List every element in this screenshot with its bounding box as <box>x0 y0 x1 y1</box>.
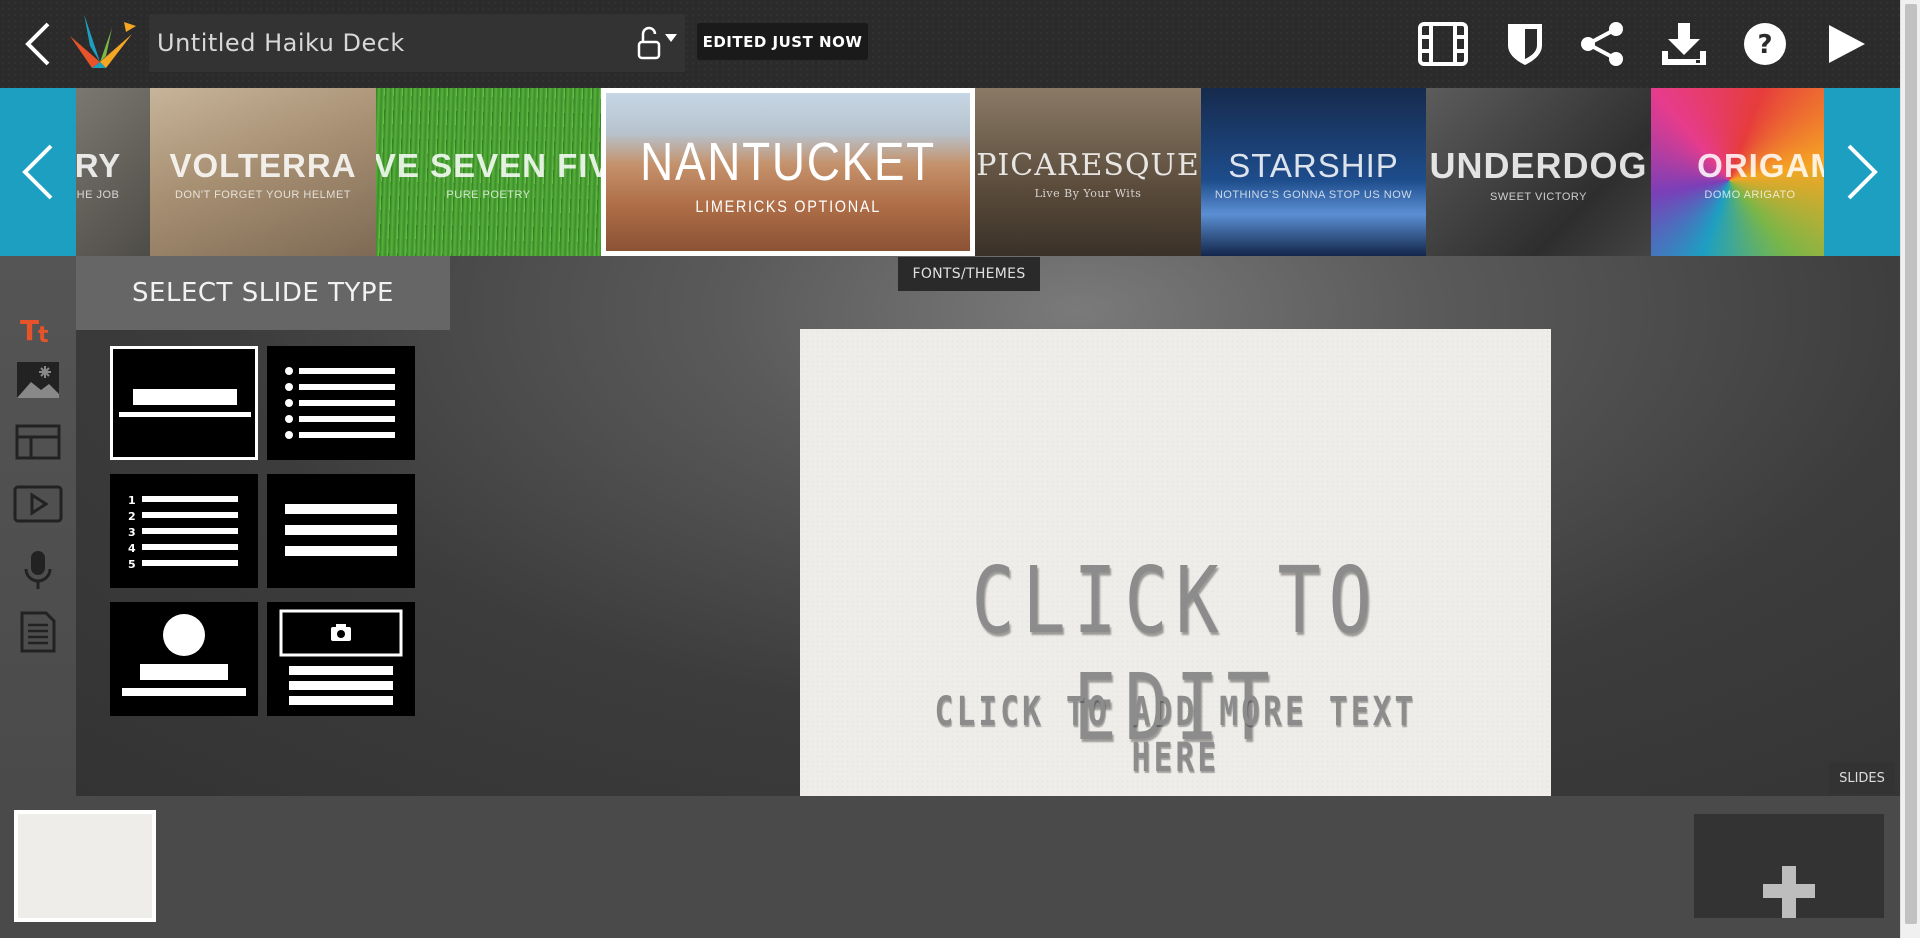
vertical-scrollbar[interactable] <box>1900 0 1920 938</box>
deck-title-field[interactable]: Untitled Haiku Deck <box>148 13 686 73</box>
notes-icon <box>20 611 56 653</box>
slide-type-panel-title: SELECT SLIDE TYPE <box>76 256 450 330</box>
slide-thumbnail[interactable] <box>14 810 156 922</box>
layout-icon <box>15 424 61 460</box>
svg-text:?: ? <box>1757 30 1772 60</box>
theme-name: VOLTERRA <box>169 147 357 184</box>
theme-subtitle: Live By Your Wits <box>1034 187 1142 200</box>
share-button[interactable] <box>1574 16 1630 72</box>
numbered-list-icon: 1 2 3 4 5 <box>128 494 238 571</box>
film-view-button[interactable] <box>1415 16 1471 72</box>
add-slide-button[interactable] <box>1694 814 1884 918</box>
svg-text:T: T <box>20 314 39 346</box>
chevron-left-icon <box>25 22 50 66</box>
theme-name: UNDERDOG <box>1429 145 1648 186</box>
theme-tile[interactable]: RY HE JOB <box>76 88 150 256</box>
privacy-button[interactable] <box>1497 16 1553 72</box>
notes-tool-button[interactable] <box>12 608 64 656</box>
deck-title[interactable]: Untitled Haiku Deck <box>157 29 405 57</box>
scrollbar-thumb[interactable] <box>1905 4 1917 924</box>
theme-name: PICARESQUE <box>976 148 1200 183</box>
theme-name: NANTUCKET <box>640 132 936 192</box>
film-icon <box>1418 22 1468 66</box>
list-number: 1 <box>128 494 136 507</box>
share-icon <box>1581 22 1623 66</box>
layout-text-option[interactable] <box>267 474 415 588</box>
image-icon <box>17 362 59 398</box>
theme-tile[interactable]: FIVE SEVEN FIVE PURE POETRY <box>376 88 601 256</box>
caret-down-icon <box>665 34 677 42</box>
theme-name: RY <box>76 147 122 184</box>
theme-tile[interactable]: UNDERDOG SWEET VICTORY <box>1426 88 1651 256</box>
text-block-icon <box>285 504 397 556</box>
shield-icon <box>1508 24 1542 65</box>
audio-tool-button[interactable] <box>12 546 64 594</box>
theme-subtitle: DON'T FORGET YOUR HELMET <box>174 189 352 201</box>
profile-layout-icon <box>122 614 246 696</box>
layout-title-option[interactable] <box>110 346 258 460</box>
theme-carousel: RY HE JOB VOLTERRA DON'T FORGET YOUR HEL… <box>0 88 1900 256</box>
theme-name: ORIGAM <box>1697 147 1825 184</box>
image-tool-button[interactable] <box>12 356 64 404</box>
slide-canvas[interactable]: CLICK TO EDIT CLICK TO ADD MORE TEXT HER… <box>800 329 1551 796</box>
haiku-deck-logo-icon[interactable] <box>62 6 138 82</box>
list-number: 3 <box>128 526 136 539</box>
theme-subtitle: NOTHING'S GONNA STOP US NOW <box>1214 189 1413 201</box>
layout-profile-option[interactable] <box>110 602 258 716</box>
bulleted-list-icon <box>285 367 395 439</box>
top-bar: Untitled Haiku Deck EDITED JUST NOW ? <box>0 0 1900 88</box>
fonts-themes-toggle[interactable]: FONTS/THEMES <box>898 257 1040 291</box>
back-button[interactable] <box>18 18 58 70</box>
haiku-deck-editor: Untitled Haiku Deck EDITED JUST NOW ? RY… <box>0 0 1920 938</box>
video-icon <box>13 485 63 523</box>
theme-tile-selected[interactable]: NANTUCKET LIMERICKS OPTIONAL <box>601 88 975 256</box>
list-number: 2 <box>128 510 136 523</box>
theme-name: FIVE SEVEN FIVE <box>376 147 601 184</box>
svg-text:t: t <box>38 323 49 346</box>
layout-numbered-option[interactable]: 1 2 3 4 5 <box>110 474 258 588</box>
photo-layout-icon <box>279 609 403 705</box>
title-layout-icon <box>119 389 251 417</box>
theme-subtitle: DOMO ARIGATO <box>1704 189 1796 201</box>
theme-tile[interactable]: ORIGAM DOMO ARIGATO <box>1651 88 1825 256</box>
chevron-right-icon <box>1847 144 1878 200</box>
help-button[interactable]: ? <box>1737 16 1793 72</box>
list-number: 4 <box>128 542 136 555</box>
theme-tile[interactable]: VOLTERRA DON'T FORGET YOUR HELMET <box>150 88 376 256</box>
plus-icon <box>1763 866 1815 918</box>
download-button[interactable] <box>1656 16 1712 72</box>
privacy-dropdown[interactable] <box>629 24 685 64</box>
theme-subtitle: PURE POETRY <box>446 189 531 201</box>
theme-tile[interactable]: STARSHIP NOTHING'S GONNA STOP US NOW <box>1201 88 1426 256</box>
play-icon <box>1829 25 1865 63</box>
text-tool-button[interactable]: T t <box>12 306 64 354</box>
theme-name: STARSHIP <box>1228 147 1399 184</box>
theme-subtitle: HE JOB <box>76 189 120 201</box>
video-tool-button[interactable] <box>12 480 64 528</box>
layout-tool-button[interactable] <box>12 418 64 466</box>
help-icon: ? <box>1744 23 1786 65</box>
list-number: 5 <box>128 558 136 571</box>
slide-strip <box>0 796 1900 938</box>
theme-tile[interactable]: PICARESQUE Live By Your Wits <box>975 88 1201 256</box>
theme-subtitle: LIMERICKS OPTIONAL <box>695 197 881 216</box>
download-icon <box>1662 23 1706 65</box>
slide-subtitle-text[interactable]: CLICK TO ADD MORE TEXT HERE <box>883 689 1469 781</box>
layout-photo-option[interactable] <box>267 602 415 716</box>
slides-toggle[interactable]: SLIDES <box>1829 762 1895 794</box>
theme-subtitle: SWEET VICTORY <box>1490 191 1587 203</box>
edited-status-badge: EDITED JUST NOW <box>697 23 868 60</box>
left-tool-rail: T t <box>0 256 76 796</box>
play-button[interactable] <box>1818 16 1874 72</box>
carousel-prev-button[interactable] <box>0 88 76 256</box>
carousel-next-button[interactable] <box>1824 88 1900 256</box>
microphone-icon <box>24 551 52 589</box>
unlock-icon <box>637 26 677 60</box>
chevron-left-icon <box>22 144 53 200</box>
layout-bullets-option[interactable] <box>267 346 415 460</box>
text-format-icon: T t <box>20 314 49 346</box>
